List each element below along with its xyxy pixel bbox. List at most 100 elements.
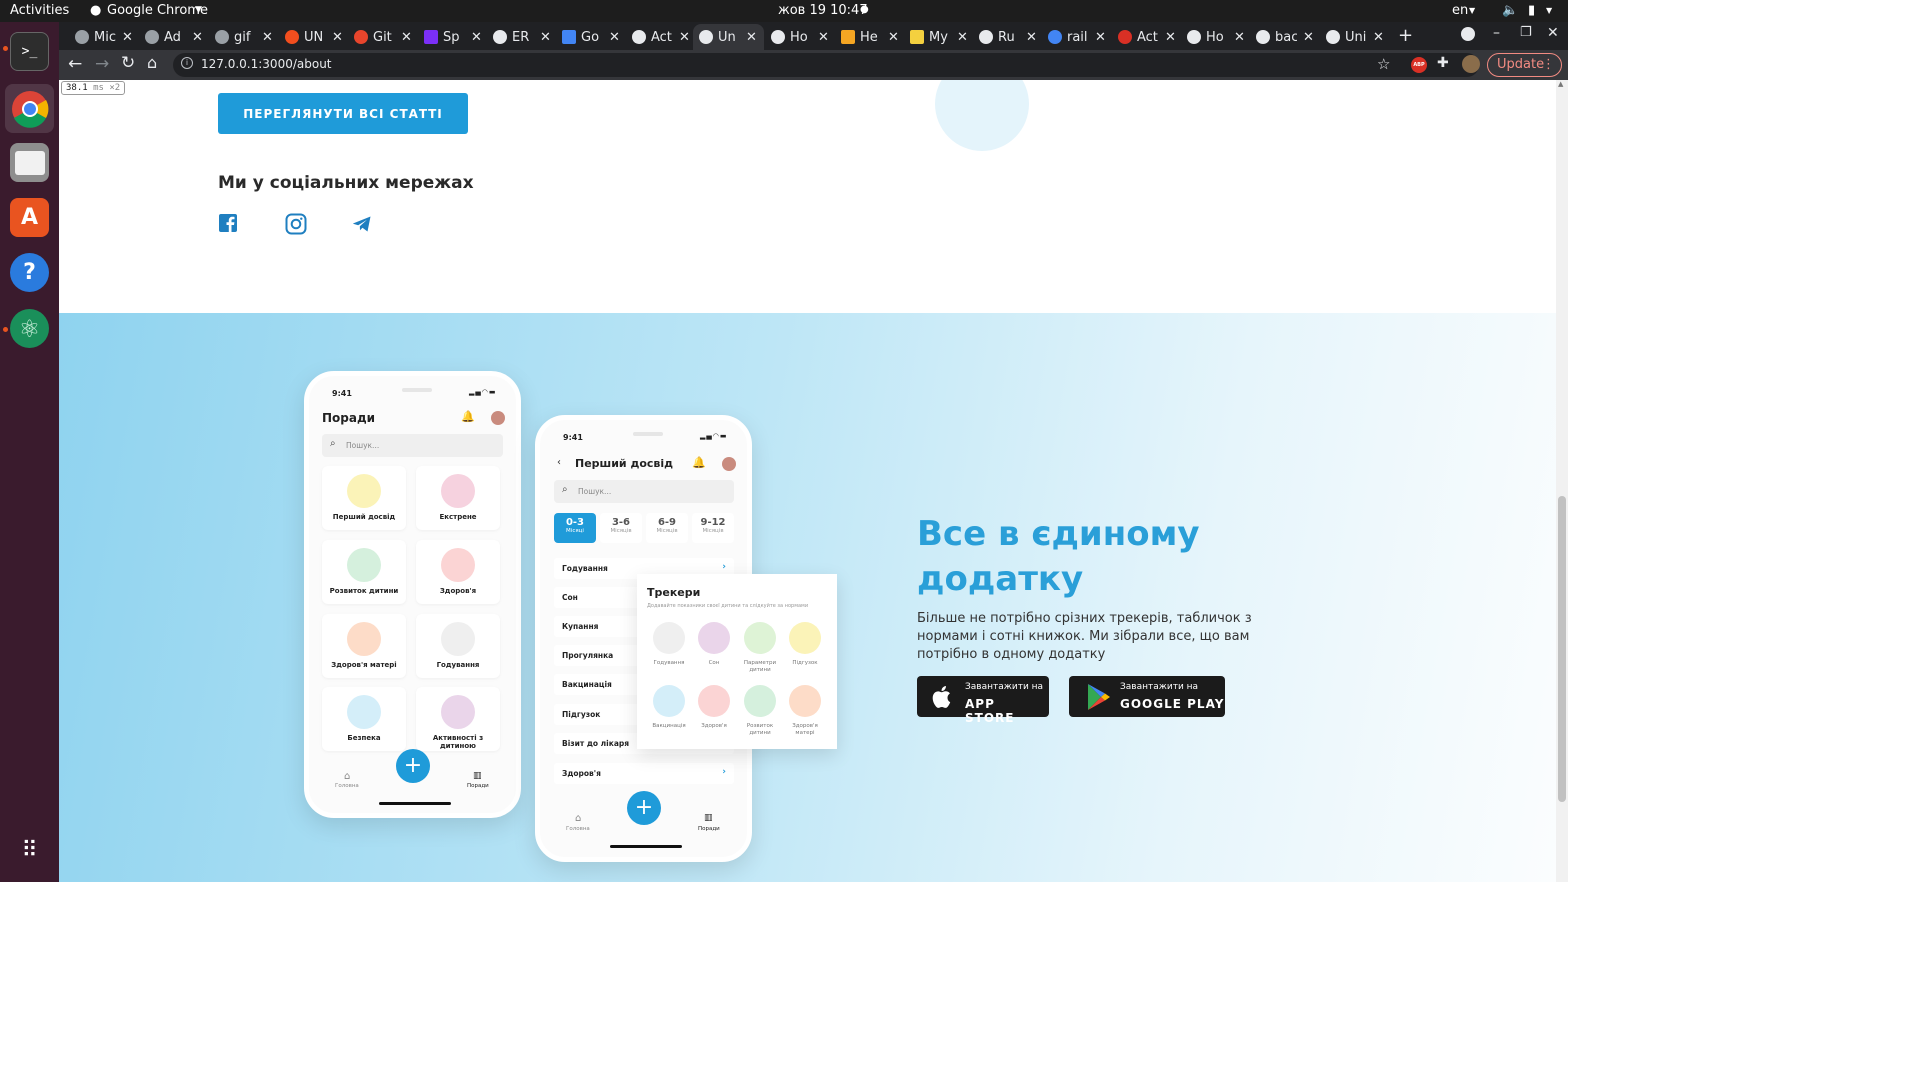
age-chip: 3-6 Місяців xyxy=(600,513,642,543)
tab[interactable]: Act ✕ xyxy=(1112,24,1181,50)
instagram-icon[interactable] xyxy=(285,213,307,235)
tab-close-icon[interactable]: ✕ xyxy=(1234,30,1245,45)
omnibox[interactable]: i 127.0.0.1:3000/about ☆ xyxy=(173,53,1479,77)
scrollbar-thumb[interactable] xyxy=(1558,496,1566,802)
terminal-icon[interactable]: >_ xyxy=(10,32,49,71)
bookmark-star-icon[interactable]: ☆ xyxy=(1377,55,1390,73)
tab[interactable]: gif ✕ xyxy=(209,24,278,50)
age-chip-active: 0-3 Місяці xyxy=(554,513,596,543)
facebook-icon[interactable] xyxy=(218,213,240,235)
close-window-icon[interactable]: ✕ xyxy=(1547,25,1559,41)
tab-title: Act xyxy=(1137,29,1158,45)
volume-icon[interactable]: 🔈 xyxy=(1502,3,1518,18)
tab-close-icon[interactable]: ✕ xyxy=(1373,30,1384,45)
google-play-button[interactable]: Завантажити на GOOGLE PLAY xyxy=(1069,676,1225,717)
tab-close-icon[interactable]: ✕ xyxy=(401,30,412,45)
tab-search-icon[interactable] xyxy=(1461,27,1475,41)
tips-card: Безпека xyxy=(322,687,406,751)
tab[interactable]: Ho ✕ xyxy=(1181,24,1250,50)
emergency-icon xyxy=(441,474,475,508)
tab-close-icon[interactable]: ✕ xyxy=(1026,30,1037,45)
tab-close-icon[interactable]: ✕ xyxy=(818,30,829,45)
tab[interactable]: He ✕ xyxy=(835,24,904,50)
tab-title: My xyxy=(929,29,948,45)
development-tracker-icon xyxy=(744,685,776,717)
extensions-icon[interactable]: ✚ xyxy=(1437,55,1449,71)
files-icon[interactable] xyxy=(10,143,49,182)
update-button[interactable]: Update ⋮ xyxy=(1487,53,1562,77)
adblock-icon[interactable]: ABP xyxy=(1411,57,1427,73)
apple-icon xyxy=(932,686,951,708)
tab[interactable]: Go ✕ xyxy=(556,24,625,50)
tab[interactable]: Act ✕ xyxy=(626,24,695,50)
tab[interactable]: UN ✕ xyxy=(279,24,348,50)
tab-close-icon[interactable]: ✕ xyxy=(540,30,551,45)
tab-close-icon[interactable]: ✕ xyxy=(1165,30,1176,45)
tab-active[interactable]: Un ✕ xyxy=(693,24,764,50)
tab-close-icon[interactable]: ✕ xyxy=(609,30,620,45)
clock[interactable]: жов 19 10:47 xyxy=(778,3,868,18)
tab-close-icon[interactable]: ✕ xyxy=(471,30,482,45)
language-indicator[interactable]: en xyxy=(1452,3,1468,18)
help-icon[interactable]: ? xyxy=(10,253,49,292)
new-tab-icon[interactable]: + xyxy=(1398,25,1413,46)
menu-dots-icon: ⋮ xyxy=(1542,57,1555,72)
system-menu-caret-icon[interactable]: ▼ xyxy=(1546,6,1552,15)
tab-close-icon[interactable]: ✕ xyxy=(122,30,133,45)
row-chevron-icon: › xyxy=(722,767,726,777)
url-text[interactable]: 127.0.0.1:3000/about xyxy=(201,57,332,71)
tab[interactable]: rail ✕ xyxy=(1042,24,1111,50)
app-store-button[interactable]: Завантажити на APP STORE xyxy=(917,676,1049,725)
tab[interactable]: Ho ✕ xyxy=(765,24,834,50)
page-scrollbar[interactable]: ▲ xyxy=(1556,80,1568,882)
tab-close-icon[interactable]: ✕ xyxy=(332,30,343,45)
perf-unit: ms ×2 xyxy=(93,83,121,93)
chrome-dock-highlight[interactable] xyxy=(5,84,54,133)
tab[interactable]: Git ✕ xyxy=(348,24,417,50)
tab[interactable]: Ru ✕ xyxy=(973,24,1042,50)
show-apps-icon[interactable]: ⠿ xyxy=(10,831,49,870)
update-label: Update xyxy=(1497,57,1545,72)
tab[interactable]: Sp ✕ xyxy=(418,24,487,50)
reload-icon[interactable]: ↻ xyxy=(121,53,135,73)
tab-close-icon[interactable]: ✕ xyxy=(888,30,899,45)
tips-card: Здоров'я матері xyxy=(322,614,406,678)
tips-card: Перший досвід xyxy=(322,466,406,530)
google-play-icon xyxy=(1088,684,1110,710)
tab[interactable]: Uni ✕ xyxy=(1320,24,1389,50)
atom-icon[interactable]: ⚛ xyxy=(10,309,49,348)
activities-button[interactable]: Activities xyxy=(10,3,69,18)
view-all-articles-button[interactable]: ПЕРЕГЛЯНУТИ ВСІ СТАТТІ xyxy=(218,93,468,134)
minimize-icon[interactable]: – xyxy=(1493,25,1500,41)
telegram-icon[interactable] xyxy=(351,213,373,235)
status-icons: ▂▄◠▬ xyxy=(700,432,728,440)
forward-icon[interactable]: → xyxy=(95,54,109,74)
tab[interactable]: Mic ✕ xyxy=(69,24,138,50)
tracker-label: Підгузок xyxy=(792,660,818,666)
tab-close-icon[interactable]: ✕ xyxy=(1303,30,1314,45)
profile-avatar[interactable] xyxy=(1462,55,1480,73)
site-info-icon[interactable]: i xyxy=(181,57,193,69)
home-icon[interactable]: ⌂ xyxy=(147,53,157,72)
tab[interactable]: bac ✕ xyxy=(1250,24,1319,50)
age-chip-number: 3-6 xyxy=(611,517,631,528)
tab-title: Go xyxy=(581,29,600,45)
tab-close-icon[interactable]: ✕ xyxy=(679,30,690,45)
scroll-up-icon[interactable]: ▲ xyxy=(1558,80,1563,88)
status-time: 9:41 xyxy=(563,433,583,442)
back-icon[interactable]: ← xyxy=(68,54,82,74)
tab[interactable]: Ad ✕ xyxy=(139,24,208,50)
maximize-icon[interactable]: ❐ xyxy=(1520,25,1532,40)
tab-close-icon[interactable]: ✕ xyxy=(1095,30,1106,45)
tab-close-icon[interactable]: ✕ xyxy=(192,30,203,45)
tab-close-icon[interactable]: ✕ xyxy=(262,30,273,45)
age-chip-number: 9-12 xyxy=(700,517,726,528)
tab[interactable]: My ✕ xyxy=(904,24,973,50)
tab-close-icon[interactable]: ✕ xyxy=(746,30,757,45)
battery-icon[interactable]: ▮ xyxy=(1528,3,1535,18)
software-center-icon[interactable]: A xyxy=(10,198,49,237)
tab[interactable]: ER ✕ xyxy=(487,24,556,50)
tab-close-icon[interactable]: ✕ xyxy=(957,30,968,45)
app-menu[interactable]: Google Chrome xyxy=(107,3,208,18)
nav-home-label: Головна xyxy=(335,783,359,789)
